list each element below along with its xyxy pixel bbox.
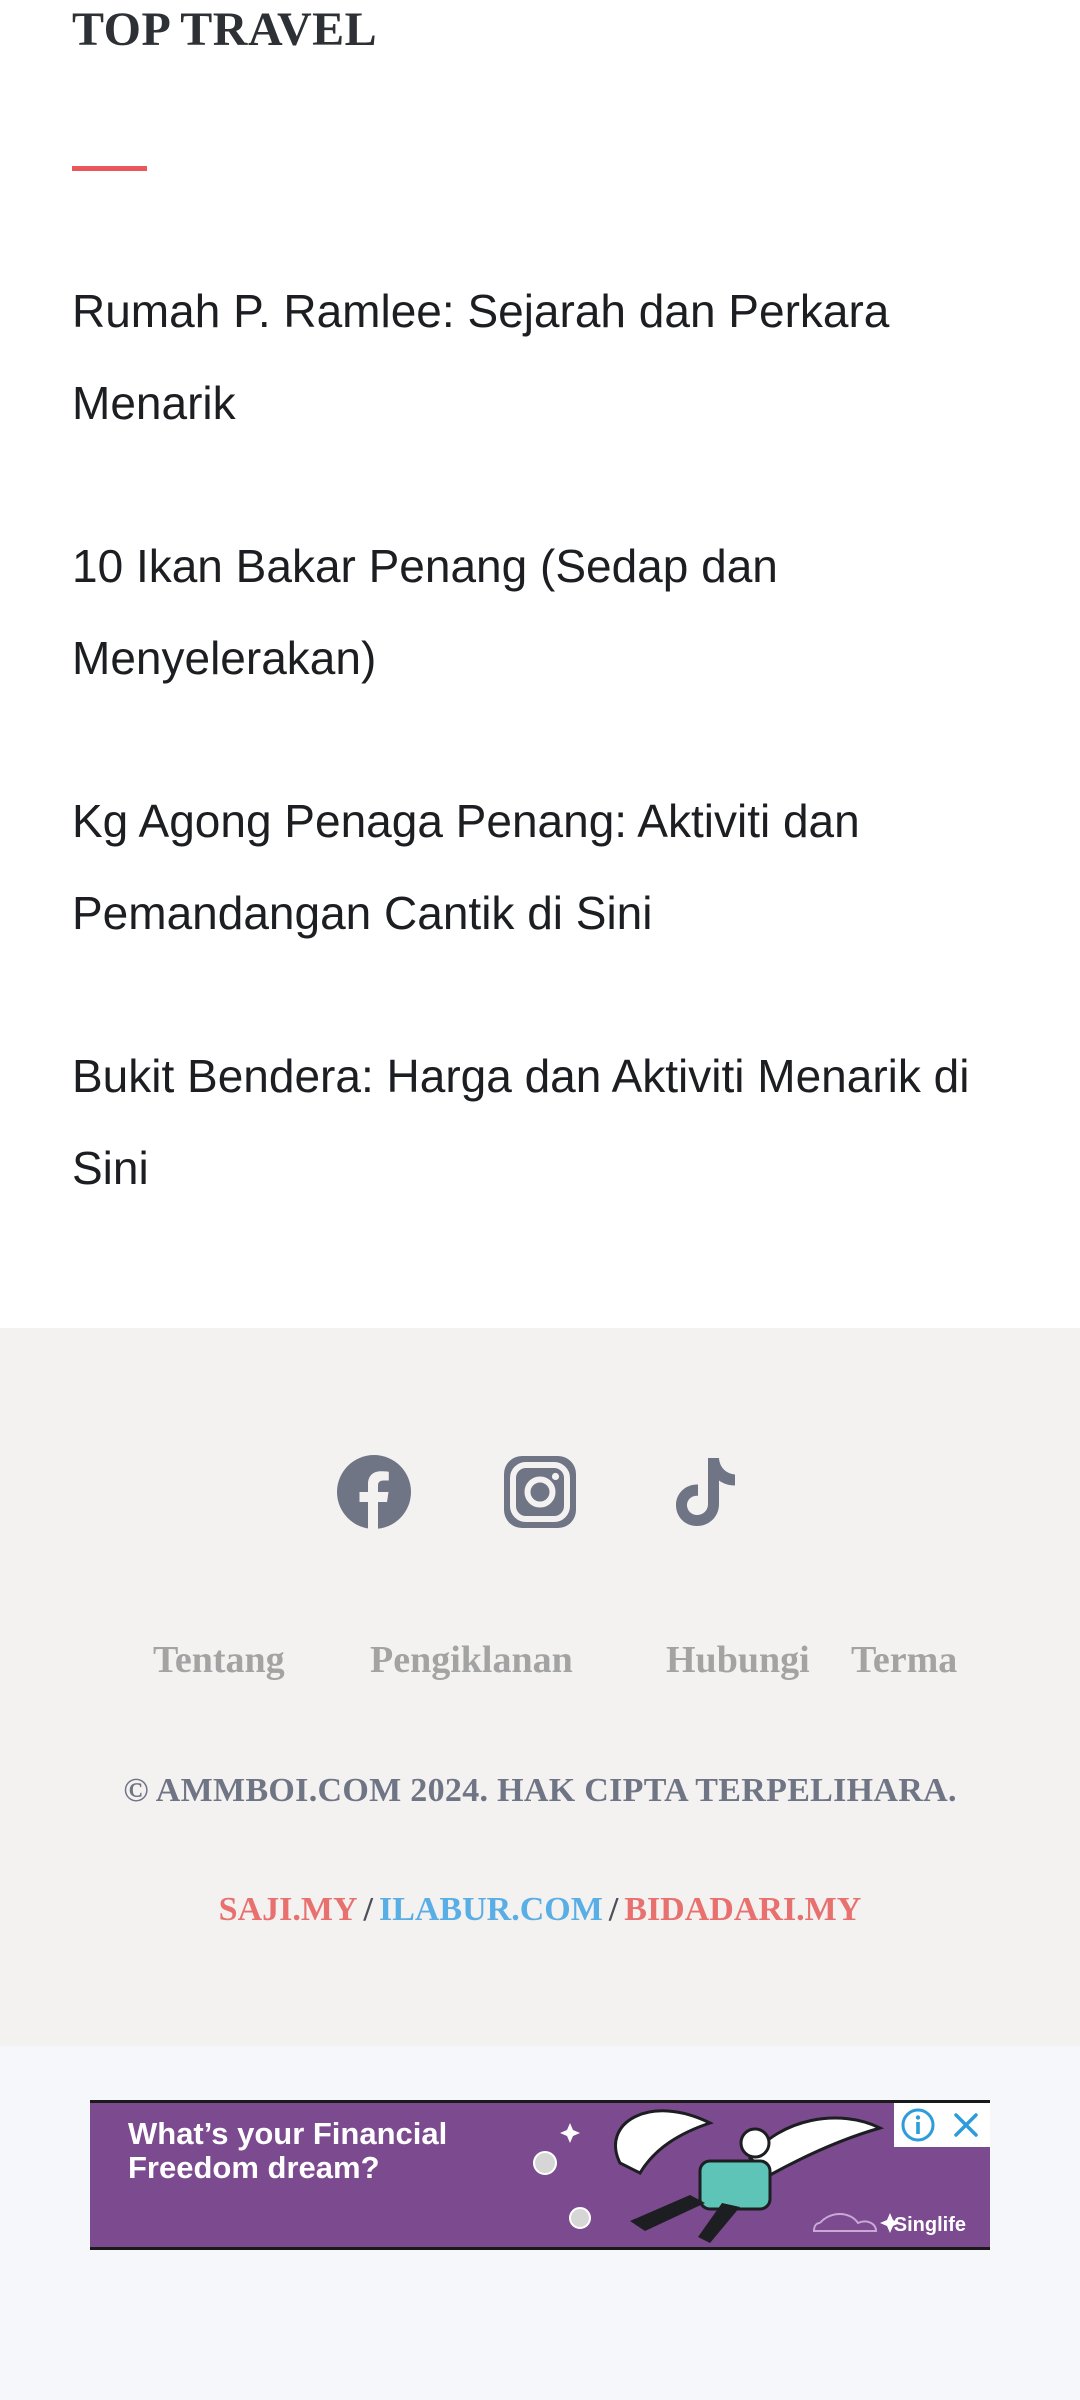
section-title: TOP TRAVEL [72,3,378,56]
list-item[interactable]: Kg Agong Penaga Penang: Aktiviti dan Pem… [72,775,972,959]
sister-site-link[interactable]: BIDADARI.MY [624,1891,861,1928]
social-links [0,1454,1080,1530]
facebook-icon[interactable] [336,1454,412,1530]
list-item[interactable]: Rumah P. Ramlee: Sejarah dan Perkara Men… [72,265,972,449]
footer-link-terma[interactable]: Terma [851,1638,957,1682]
site-footer: Tentang Pengiklanan Hubungi Terma © AMMB… [0,1328,1080,2046]
footer-link-pengiklanan[interactable]: Pengiklanan [370,1638,573,1682]
copyright-text: © AMMBOI.COM 2024. HAK CIPTA TERPELIHARA… [123,1772,957,1809]
close-icon[interactable] [948,2107,984,2143]
footer-link-tentang[interactable]: Tentang [153,1638,285,1682]
sister-site-link[interactable]: SAJI.MY [219,1891,358,1928]
separator: / [608,1891,619,1928]
ad-banner-strip: What’s your Financial Freedom dream? Sin… [0,2046,1080,2400]
title-accent-bar [72,166,147,171]
top-travel-list: Rumah P. Ramlee: Sejarah dan Perkara Men… [72,265,972,1285]
ad-banner[interactable]: What’s your Financial Freedom dream? Sin… [90,2100,990,2250]
ad-info-icon[interactable] [900,2107,936,2143]
footer-link-hubungi[interactable]: Hubungi [666,1638,810,1682]
separator: / [363,1891,373,1928]
sister-sites: SAJI.MY / ILABUR.COM / BIDADARI.MY [0,1891,1080,1929]
sister-site-link[interactable]: ILABUR.COM [379,1891,603,1928]
footer-nav: Tentang Pengiklanan Hubungi Terma [0,1638,1080,1688]
ad-brand: Singlife [893,2214,966,2236]
ad-controls [894,2103,990,2147]
list-item[interactable]: 10 Ikan Bakar Penang (Sedap dan Menyeler… [72,520,972,704]
ad-headline: What’s your Financial Freedom dream? [128,2116,448,2185]
list-item[interactable]: Bukit Bendera: Harga dan Aktiviti Menari… [72,1030,972,1214]
ad-illustration [533,2109,900,2243]
tiktok-icon[interactable] [668,1454,744,1530]
instagram-icon[interactable] [502,1454,578,1530]
